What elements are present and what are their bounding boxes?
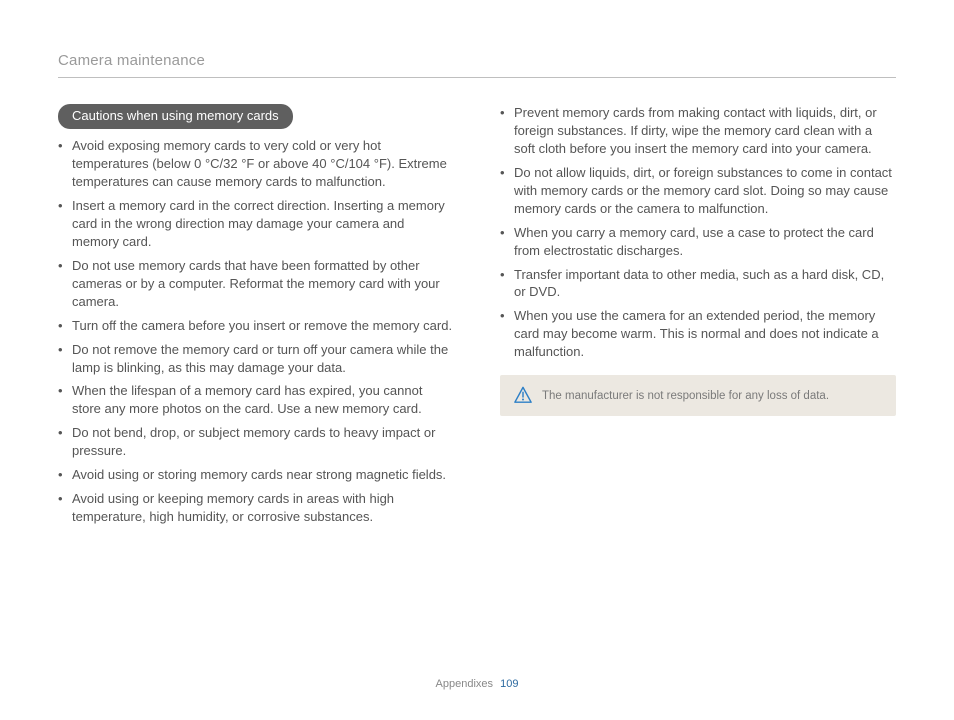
list-item: Transfer important data to other media, …: [500, 266, 896, 302]
section-heading-pill: Cautions when using memory cards: [58, 104, 293, 129]
left-column: Cautions when using memory cards Avoid e…: [58, 104, 454, 532]
document-page: Camera maintenance Cautions when using m…: [0, 0, 954, 720]
list-item: Avoid exposing memory cards to very cold…: [58, 137, 454, 191]
footer-section-label: Appendixes: [436, 678, 494, 690]
right-bullet-list: Prevent memory cards from making contact…: [500, 104, 896, 361]
header-section: Camera maintenance: [58, 50, 896, 78]
list-item: When you use the camera for an extended …: [500, 307, 896, 361]
page-footer: Appendixes 109: [0, 677, 954, 692]
information-note: The manufacturer is not responsible for …: [500, 375, 896, 416]
content-columns: Cautions when using memory cards Avoid e…: [58, 104, 896, 532]
list-item: Do not use memory cards that have been f…: [58, 257, 454, 311]
note-text: The manufacturer is not responsible for …: [542, 387, 829, 404]
list-item: Avoid using or storing memory cards near…: [58, 466, 454, 484]
list-item: Do not allow liquids, dirt, or foreign s…: [500, 164, 896, 218]
list-item: Prevent memory cards from making contact…: [500, 104, 896, 158]
left-bullet-list: Avoid exposing memory cards to very cold…: [58, 137, 454, 526]
list-item: When you carry a memory card, use a case…: [500, 224, 896, 260]
list-item: Avoid using or keeping memory cards in a…: [58, 490, 454, 526]
alert-icon: [514, 386, 532, 404]
list-item: When the lifespan of a memory card has e…: [58, 382, 454, 418]
list-item: Insert a memory card in the correct dire…: [58, 197, 454, 251]
footer-page-number: 109: [500, 678, 518, 690]
list-item: Turn off the camera before you insert or…: [58, 317, 454, 335]
list-item: Do not remove the memory card or turn of…: [58, 341, 454, 377]
list-item: Do not bend, drop, or subject memory car…: [58, 424, 454, 460]
page-title: Camera maintenance: [58, 50, 896, 71]
right-column: Prevent memory cards from making contact…: [500, 104, 896, 532]
